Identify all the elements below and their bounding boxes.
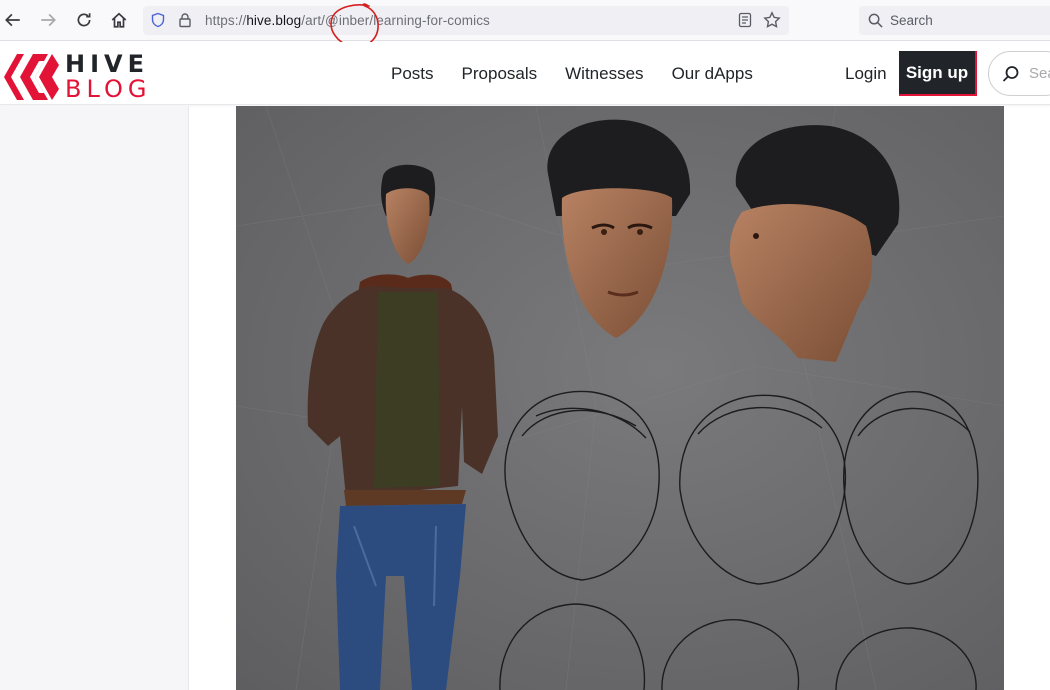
bookmark-star-icon[interactable] bbox=[763, 11, 781, 29]
site-search-placeholder: Sea bbox=[1029, 65, 1050, 82]
character-sheet-illustration bbox=[236, 106, 1004, 690]
logo-text-blog: BLOG bbox=[65, 75, 152, 103]
nav-posts[interactable]: Posts bbox=[391, 64, 434, 84]
lock-icon[interactable] bbox=[177, 12, 193, 28]
signup-button[interactable]: Sign up bbox=[899, 51, 977, 96]
browser-toolbar: https://hive.blog/art/@inber/learning-fo… bbox=[0, 0, 1050, 41]
address-bar[interactable]: https://hive.blog/art/@inber/learning-fo… bbox=[143, 6, 789, 35]
logo-text-hive: HIVE bbox=[65, 50, 149, 78]
url-scheme: https:// bbox=[205, 13, 247, 28]
hive-logo[interactable]: HIVE BLOG bbox=[4, 52, 151, 101]
browser-search-box[interactable]: Search bbox=[859, 6, 1050, 35]
url-text[interactable]: https://hive.blog/art/@inber/learning-fo… bbox=[205, 13, 490, 28]
nav-witnesses[interactable]: Witnesses bbox=[565, 64, 643, 84]
search-icon bbox=[1002, 66, 1019, 82]
login-link[interactable]: Login bbox=[845, 64, 887, 84]
shield-icon[interactable] bbox=[150, 12, 166, 28]
forward-arrow-icon[interactable] bbox=[36, 8, 60, 32]
home-icon[interactable] bbox=[107, 8, 131, 32]
reader-view-icon[interactable] bbox=[737, 12, 753, 28]
browser-search-placeholder: Search bbox=[890, 13, 933, 28]
site-search-input[interactable]: Sea bbox=[988, 51, 1050, 96]
back-arrow-icon[interactable] bbox=[1, 8, 25, 32]
url-host: hive.blog bbox=[246, 13, 302, 28]
hive-logo-icon bbox=[4, 53, 59, 100]
main-nav: Posts Proposals Witnesses Our dApps bbox=[391, 64, 753, 84]
search-icon bbox=[868, 13, 883, 28]
left-sidebar bbox=[0, 106, 189, 690]
post-artwork-image bbox=[236, 106, 1004, 690]
url-path: /art/@inber/learning-for-comics bbox=[301, 13, 490, 28]
nav-proposals[interactable]: Proposals bbox=[462, 64, 538, 84]
site-header: HIVE BLOG Posts Proposals Witnesses Our … bbox=[0, 42, 1050, 105]
nav-our-dapps[interactable]: Our dApps bbox=[672, 64, 753, 84]
reload-icon[interactable] bbox=[72, 8, 96, 32]
